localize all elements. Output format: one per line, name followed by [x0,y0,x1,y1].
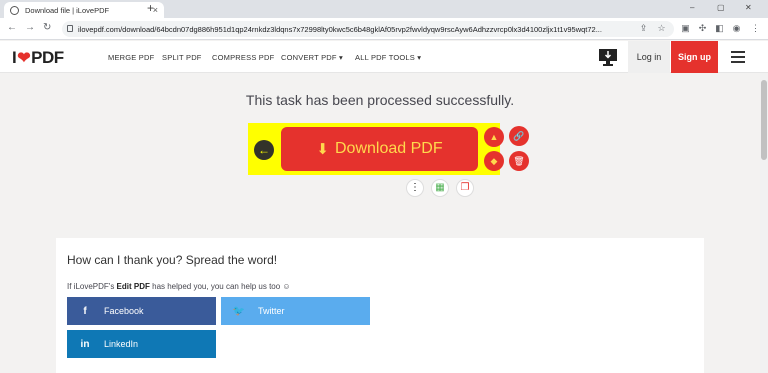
desktop-app-icon[interactable] [598,47,618,67]
lock-icon [67,25,73,32]
globe-icon [10,5,19,15]
browser-toolbar: ← → ↻ ilovepdf.com/download/64bcdn07dg88… [0,18,768,40]
nav-split-pdf[interactable]: SPLIT PDF [162,53,202,62]
maximize-button[interactable]: ▢ [717,3,725,12]
success-message: This task has been processed successfull… [245,92,515,108]
site-header: I ❤ PDF MERGE PDF SPLIT PDF COMPRESS PDF… [0,41,768,73]
tab-title: Download file | iLovePDF [25,5,110,15]
puzzle-icon[interactable]: ✣ [697,23,708,34]
nav-merge-pdf[interactable]: MERGE PDF [108,53,154,62]
new-tab-button[interactable]: + [147,1,154,15]
forward-nav-icon[interactable]: → [25,22,35,33]
share-icon[interactable]: ⇪ [638,23,649,34]
scrollbar-thumb[interactable] [761,80,767,160]
twitter-icon: 🐦 [232,305,246,317]
nav-all-pdf-tools[interactable]: ALL PDF TOOLS ▾ [355,53,421,62]
minimize-button[interactable]: – [690,3,694,12]
browser-menu-icon[interactable]: ⋮ [750,23,761,34]
sidebar-icon[interactable]: ◧ [714,23,725,34]
browser-tab-active[interactable]: Download file | iLovePDF × [4,2,164,18]
download-icon: ⬇ [316,141,329,158]
profile-avatar-icon[interactable]: ◉ [731,23,742,34]
arrow-left-icon[interactable]: ← [254,140,274,160]
logo-text-pdf: PDF [31,48,64,67]
linkedin-share-button[interactable]: in LinkedIn [67,330,216,358]
browser-tabstrip: Download file | iLovePDF × + – ▢ ✕ [0,0,768,18]
pdf-tool-icon[interactable]: ❐ [456,179,474,197]
linkedin-icon: in [80,338,90,350]
signup-button[interactable]: Sign up [671,41,718,73]
trash-icon[interactable]: 🗑 [509,151,529,171]
bookmark-star-icon[interactable]: ☆ [656,23,667,34]
share-card: How can I thank you? Spread the word! If… [56,238,704,373]
login-button[interactable]: Log in [628,41,670,73]
back-nav-icon[interactable]: ← [7,22,17,33]
window-close-button[interactable]: ✕ [745,3,752,12]
nav-convert-pdf[interactable]: CONVERT PDF ▾ [281,53,343,62]
address-bar[interactable]: ilovepdf.com/download/64bcdn07dg886h951d… [62,21,674,37]
facebook-share-button[interactable]: f Facebook [67,297,216,325]
share-subtitle: If iLovePDF's Edit PDF has helped you, y… [67,282,291,291]
download-pdf-button[interactable]: ⬇ Download PDF [281,127,478,171]
extension-icon[interactable]: ▣ [680,23,691,34]
facebook-icon: f [83,305,87,317]
link-icon[interactable]: 🔗 [509,126,529,146]
heart-icon: ❤ [17,50,31,67]
more-vertical-icon[interactable]: ⋮ [406,179,424,197]
logo-text-i: I [12,48,17,67]
google-drive-icon[interactable]: ▲ [484,127,504,147]
url-text: ilovepdf.com/download/64bcdn07dg886h951d… [78,25,602,34]
share-title: How can I thank you? Spread the word! [67,253,278,267]
ilovepdf-logo[interactable]: I ❤ PDF [12,48,64,68]
excel-tool-icon[interactable]: ▦ [431,179,449,197]
twitter-share-button[interactable]: 🐦 Twitter [221,297,370,325]
hamburger-menu-icon[interactable] [731,51,745,63]
download-label: Download PDF [334,140,443,157]
nav-compress-pdf[interactable]: COMPRESS PDF [212,53,274,62]
dropbox-icon[interactable]: ◆ [484,151,504,171]
reload-icon[interactable]: ↻ [43,22,51,33]
